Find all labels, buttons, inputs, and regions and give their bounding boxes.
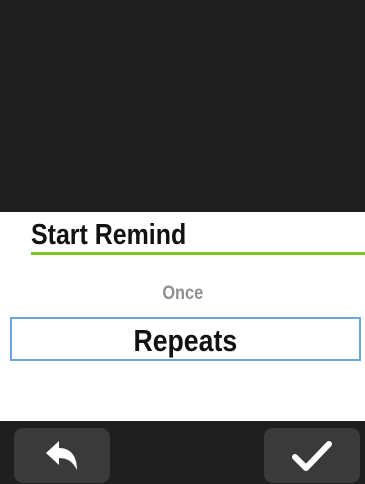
checkmark-icon [292,440,332,471]
dimmed-background [0,0,365,212]
device-screen: Start Remind Once Repeats [0,0,365,484]
back-button[interactable] [14,428,110,483]
option-repeats-label: Repeats [133,323,238,358]
back-arrow-icon [46,440,77,470]
start-remind-dialog: Start Remind Once Repeats [0,212,365,421]
dialog-title: Start Remind [31,219,187,251]
title-underline [31,252,365,255]
option-once[interactable]: Once [0,280,365,308]
confirm-button[interactable] [264,428,360,483]
bottom-action-bar [0,421,365,484]
option-repeats-selected[interactable]: Repeats [10,317,361,361]
option-once-label: Once [162,283,203,304]
